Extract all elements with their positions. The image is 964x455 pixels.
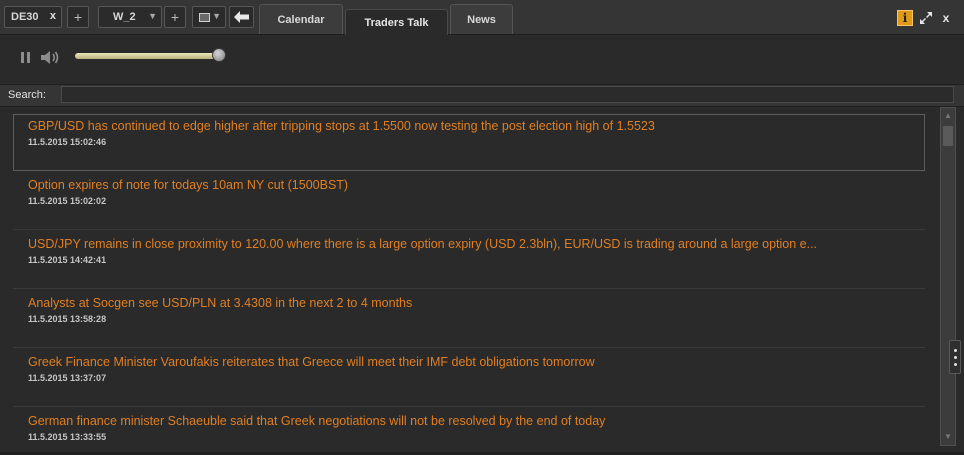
tab-calendar[interactable]: Calendar [259,4,343,34]
news-timestamp: 11.5.2015 13:37:07 [28,373,107,383]
chevron-down-icon: ▼ [148,11,157,21]
list-item[interactable]: Analysts at Socgen see USD/PLN at 3.4308… [13,291,925,348]
search-label: Search: [8,89,46,101]
tab-calendar-label: Calendar [277,13,325,26]
list-item[interactable]: USD/JPY remains in close proximity to 12… [13,232,925,289]
tab-traders-talk-label: Traders Talk [364,16,429,29]
expand-glyph-icon [920,12,932,24]
back-button[interactable] [229,6,254,28]
scroll-up-icon[interactable]: ▲ [943,111,953,121]
pause-icon[interactable] [21,52,30,63]
info-icon[interactable]: i [897,10,913,26]
tab-traders-talk[interactable]: Traders Talk [345,9,448,35]
tab-news-label: News [467,13,496,26]
close-window-button[interactable]: x [938,10,954,26]
instrument-close-button[interactable]: x [50,10,56,22]
news-headline: GBP/USD has continued to edge higher aft… [28,119,655,133]
speaker-icon[interactable] [40,50,60,65]
news-scrollbar[interactable]: ▲ ▼ [940,107,956,446]
expand-icon[interactable] [918,10,934,26]
news-timestamp: 11.5.2015 15:02:46 [28,137,107,147]
info-icon-label: i [902,11,908,25]
instrument-label: DE30 [11,11,39,23]
workspace-select[interactable]: W_2 ▼ [98,6,162,28]
news-headline: Option expires of note for todays 10am N… [28,178,349,192]
close-icon: x [942,11,950,25]
top-toolbar: DE30 x + W_2 ▼ + ▼ Calendar Traders Talk… [0,0,964,35]
search-bar: Search: [0,84,964,107]
arrow-left-icon [234,11,249,23]
list-item[interactable]: GBP/USD has continued to edge higher aft… [13,114,925,171]
news-headline: German finance minister Schaeuble said t… [28,414,606,428]
instrument-selector[interactable]: DE30 x [4,6,62,28]
news-headline: Greek Finance Minister Varoufakis reiter… [28,355,595,369]
panel-resize-grip-icon[interactable] [949,340,961,374]
scrollbar-thumb[interactable] [943,126,953,146]
tab-news[interactable]: News [450,4,513,34]
scroll-down-icon[interactable]: ▼ [943,432,953,442]
list-item[interactable]: Greek Finance Minister Varoufakis reiter… [13,350,925,407]
layout-menu-button[interactable]: ▼ [192,6,226,28]
volume-slider[interactable] [75,48,226,62]
monitor-icon [199,12,210,22]
workspace-label: W_2 [113,11,136,23]
list-item[interactable]: Option expires of note for todays 10am N… [13,173,925,230]
plus-icon: + [73,9,83,25]
add-instrument-button[interactable]: + [67,6,89,28]
news-timestamp: 11.5.2015 13:33:55 [28,432,107,442]
chevron-down-icon: ▼ [212,11,221,21]
volume-slider-handle[interactable] [212,48,226,62]
news-headline: Analysts at Socgen see USD/PLN at 3.4308… [28,296,413,310]
add-workspace-button[interactable]: + [164,6,186,28]
news-timestamp: 11.5.2015 15:02:02 [28,196,107,206]
plus-icon: + [170,9,180,25]
news-timestamp: 11.5.2015 13:58:28 [28,314,107,324]
search-input[interactable] [61,86,954,103]
news-headline: USD/JPY remains in close proximity to 12… [28,237,818,251]
news-list: GBP/USD has continued to edge higher aft… [0,107,936,453]
list-item[interactable]: German finance minister Schaeuble said t… [13,409,925,453]
news-timestamp: 11.5.2015 14:42:41 [28,255,107,265]
